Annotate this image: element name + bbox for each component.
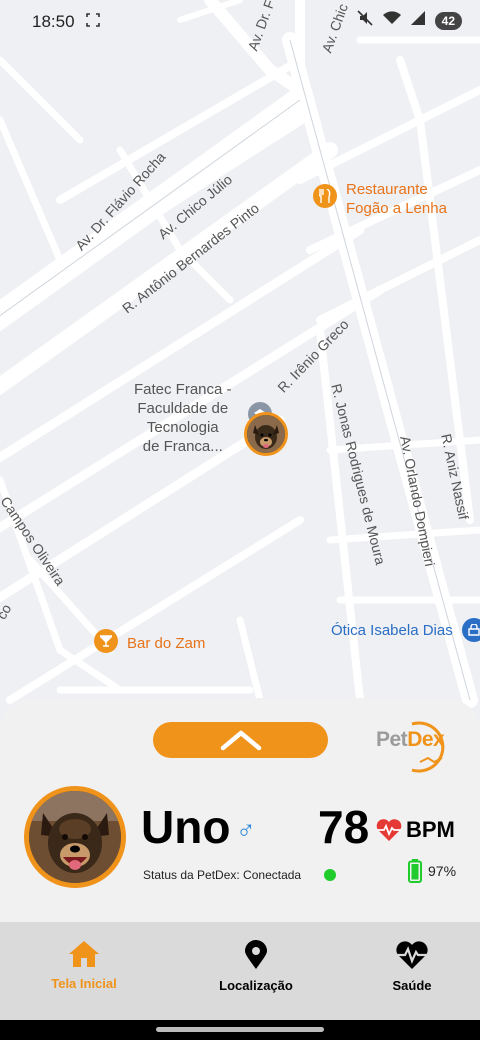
pet-name: Uno [141,801,231,853]
screen-record-icon [86,13,100,32]
poi-bar-label[interactable]: Bar do Zam [127,634,205,653]
nav-label: Tela Inicial [51,976,117,991]
connection-status-dot [324,869,336,881]
pet-avatar[interactable] [24,786,126,888]
poi-optica-label[interactable]: Ótica Isabela Dias [331,622,453,639]
poi-fatec-line: Faculdade de [137,400,229,417]
poi-fatec-line: Tecnologia [146,419,219,436]
signal-icon [410,11,425,30]
status-time: 18:50 [32,12,75,31]
system-nav-bar [0,1020,480,1040]
dog-avatar-icon [247,415,285,453]
mute-icon [357,10,373,31]
poi-fatec-label[interactable]: Fatec Franca - Faculdade de Tecnologia d… [134,380,232,456]
shop-icon[interactable] [462,618,480,642]
map-view[interactable]: 18:50 42 Av. Dr. Flávio Rocha Av. Chico … [0,0,480,740]
dog-photo-icon [29,791,121,883]
nav-label: Saúde [392,978,432,993]
gesture-handle[interactable] [156,1027,324,1032]
battery-percent: 97% [428,863,457,879]
battery-indicator: 42 [434,11,462,30]
poi-fatec-line: Fatec Franca - [134,381,232,398]
poi-restaurant-line: Fogão a Lenha [346,200,447,217]
logo-text-pet: Pet [376,728,408,751]
home-icon [69,941,99,967]
petdex-logo: PetDex [372,718,462,774]
expand-panel-button[interactable] [153,722,328,758]
wifi-icon [382,11,401,30]
nav-label: Localização [219,978,293,993]
status-bar: 18:50 42 [0,0,480,44]
nav-item-location[interactable]: Localização [186,940,326,993]
nav-item-home[interactable]: Tela Inicial [14,940,154,991]
poi-fatec-line: de Franca... [142,438,223,455]
restaurant-icon[interactable] [313,184,337,208]
male-gender-icon: ♂ [236,814,256,844]
connection-status-text: Status da PetDex: Conectada [143,868,302,882]
logo-text: PetDex [376,728,445,752]
heart-rate-icon [375,818,403,847]
logo-text-dex: Dex [407,728,445,751]
poi-restaurant-line: Restaurante [346,181,428,198]
pet-info-panel: PetDex Uno ♂ 78 BPM Status da PetDex: Co… [0,698,480,922]
chevron-up-icon [220,730,261,751]
bar-icon[interactable] [94,629,118,653]
nav-item-health[interactable]: Saúde [342,940,480,993]
poi-restaurant-label[interactable]: Restaurante Fogão a Lenha [346,180,447,218]
location-pin-icon [245,940,267,969]
bpm-label: BPM [406,817,455,842]
bottom-nav: Tela Inicial Localização Saúde [0,922,480,1020]
battery-icon [408,859,422,888]
heart-pulse-icon [396,941,428,969]
pet-map-marker[interactable] [244,412,288,456]
bpm-value: 78 [318,801,370,853]
